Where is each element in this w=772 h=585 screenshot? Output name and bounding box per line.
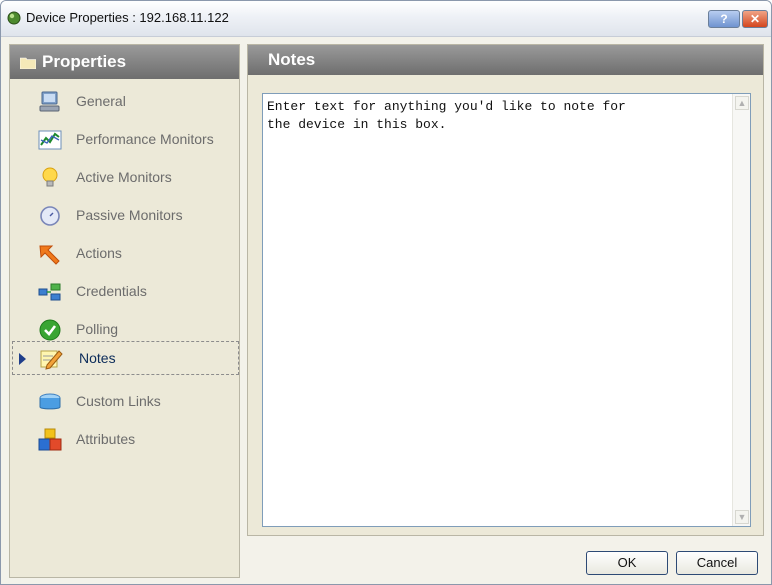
sidebar-item-attributes[interactable]: Attributes: [10, 423, 239, 457]
notes-panel-header: Notes: [248, 45, 763, 75]
notes-pencil-icon: [40, 350, 63, 370]
sidebar-title: Properties: [42, 52, 127, 71]
sidebar-item-general[interactable]: General: [10, 85, 239, 119]
sidebar-item-actions[interactable]: Actions: [10, 237, 239, 271]
lightbulb-icon: [42, 167, 58, 187]
close-button[interactable]: ✕: [742, 10, 768, 28]
notes-panel-title: Notes: [268, 50, 316, 69]
gauge-icon: [40, 206, 60, 226]
ok-button[interactable]: OK: [586, 551, 668, 575]
window-title: Device Properties : 192.168.11.122: [26, 10, 229, 25]
notes-line-1: Enter text for anything you'd like to no…: [267, 99, 626, 114]
sidebar-item-label: Actions: [76, 245, 122, 261]
sidebar-item-label: Performance Monitors: [76, 131, 214, 147]
sidebar-item-performance-monitors[interactable]: Performance Monitors: [10, 123, 239, 157]
credentials-icon: [38, 283, 61, 301]
sidebar-item-label: Active Monitors: [76, 169, 172, 185]
sidebar-item-credentials[interactable]: Credentials: [10, 275, 239, 309]
sidebar-item-custom-links[interactable]: Custom Links: [10, 385, 239, 419]
selection-arrow-icon: [19, 353, 26, 365]
actions-arrow-icon: [39, 245, 60, 265]
sidebar-item-label: Credentials: [76, 283, 147, 299]
help-button[interactable]: ?: [708, 10, 740, 28]
cancel-button[interactable]: Cancel: [676, 551, 758, 575]
notes-line-2: the device in this box.: [267, 117, 447, 132]
notes-text[interactable]: Enter text for anything you'd like to no…: [267, 98, 722, 134]
sidebar-item-passive-monitors[interactable]: Passive Monitors: [10, 199, 239, 233]
checkmark-icon: [39, 319, 61, 341]
notes-panel: Notes Enter text for anything you'd like…: [247, 44, 764, 536]
sidebar-item-notes[interactable]: Notes: [12, 341, 239, 375]
sidebar-header: Properties: [10, 45, 239, 79]
notes-textarea[interactable]: Enter text for anything you'd like to no…: [262, 93, 751, 527]
device-status-icon: [7, 11, 21, 25]
sidebar-item-label: General: [76, 93, 126, 109]
device-properties-window: Device Properties : 192.168.11.122 ? ✕ P…: [0, 0, 772, 585]
chart-icon: [38, 130, 62, 150]
sidebar-item-label: Notes: [79, 350, 116, 366]
attributes-blocks-icon: [38, 428, 62, 451]
sidebar-item-label: Passive Monitors: [76, 207, 183, 223]
sidebar-item-active-monitors[interactable]: Active Monitors: [10, 161, 239, 195]
scroll-down-icon[interactable]: ▼: [735, 510, 749, 524]
notes-scrollbar[interactable]: ▲ ▼: [732, 94, 750, 526]
folder-icon: [20, 57, 36, 69]
title-bar: Device Properties : 192.168.11.122 ? ✕: [1, 1, 771, 37]
sidebar-item-label: Custom Links: [76, 393, 161, 409]
sidebar-item-label: Polling: [76, 321, 119, 337]
scroll-up-icon[interactable]: ▲: [735, 96, 749, 110]
properties-sidebar: Properties General Performance Monitors: [9, 44, 240, 578]
computer-icon: [39, 91, 60, 112]
links-icon: [39, 393, 61, 410]
sidebar-item-label: Attributes: [76, 431, 136, 447]
